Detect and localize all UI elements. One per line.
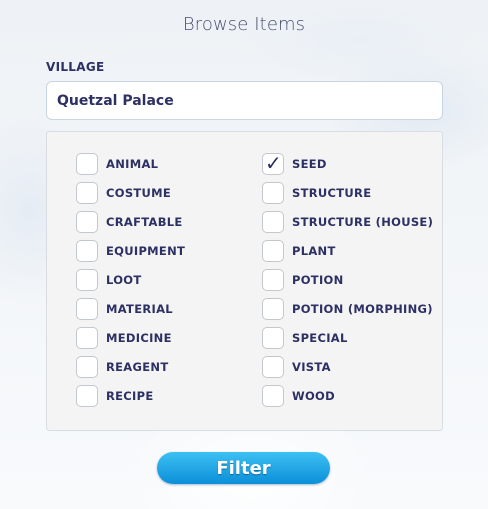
- checkbox[interactable]: [76, 210, 98, 233]
- category-potion-morphing[interactable]: POTION (MORPHING): [262, 294, 433, 323]
- category-label: ANIMAL: [106, 156, 159, 171]
- category-label: COSTUME: [106, 185, 172, 200]
- checkbox[interactable]: [262, 210, 284, 233]
- category-label: LOOT: [106, 272, 142, 287]
- filter-button[interactable]: Filter: [157, 452, 330, 484]
- checkbox[interactable]: [262, 268, 284, 291]
- category-material[interactable]: MATERIAL: [76, 294, 185, 323]
- category-craftable[interactable]: CRAFTABLE: [76, 207, 185, 236]
- category-label: MEDICINE: [106, 330, 172, 345]
- category-label: REAGENT: [106, 359, 169, 374]
- checkbox[interactable]: [76, 326, 98, 349]
- category-column-right: ✓ SEED STRUCTURE STRUCTURE (HOUSE) PLANT…: [262, 149, 433, 410]
- category-costume[interactable]: COSTUME: [76, 178, 185, 207]
- checkbox[interactable]: [76, 355, 98, 378]
- category-animal[interactable]: ANIMAL: [76, 149, 185, 178]
- page-title: Browse Items: [182, 14, 306, 35]
- category-label: STRUCTURE: [292, 185, 372, 200]
- category-label: POTION: [292, 272, 344, 287]
- checkbox[interactable]: [76, 152, 98, 175]
- checkbox[interactable]: [262, 326, 284, 349]
- checkbox[interactable]: [262, 384, 284, 407]
- category-label: SEED: [292, 156, 327, 171]
- category-label: SPECIAL: [292, 330, 348, 345]
- category-loot[interactable]: LOOT: [76, 265, 185, 294]
- category-label: CRAFTABLE: [106, 214, 183, 229]
- category-label: VISTA: [292, 359, 331, 374]
- category-label: STRUCTURE (HOUSE): [292, 214, 434, 229]
- category-label: MATERIAL: [106, 301, 173, 316]
- category-medicine[interactable]: MEDICINE: [76, 323, 185, 352]
- category-vista[interactable]: VISTA: [262, 352, 433, 381]
- checkbox[interactable]: [76, 268, 98, 291]
- category-potion[interactable]: POTION: [262, 265, 433, 294]
- category-label: EQUIPMENT: [106, 243, 186, 258]
- checkbox[interactable]: [262, 297, 284, 320]
- category-special[interactable]: SPECIAL: [262, 323, 433, 352]
- category-seed[interactable]: ✓ SEED: [262, 149, 433, 178]
- checkbox[interactable]: [76, 239, 98, 262]
- checkbox-checked[interactable]: ✓: [262, 150, 284, 175]
- checkbox[interactable]: [76, 181, 98, 204]
- category-equipment[interactable]: EQUIPMENT: [76, 236, 185, 265]
- category-recipe[interactable]: RECIPE: [76, 381, 185, 410]
- checkbox[interactable]: [76, 384, 98, 407]
- category-label: POTION (MORPHING): [292, 301, 433, 316]
- checkbox[interactable]: [262, 239, 284, 262]
- checkmark-icon: ✓: [265, 150, 282, 175]
- checkbox[interactable]: [262, 355, 284, 378]
- village-label: VILLAGE: [46, 60, 105, 74]
- category-label: PLANT: [292, 243, 336, 258]
- category-reagent[interactable]: REAGENT: [76, 352, 185, 381]
- checkbox[interactable]: [262, 181, 284, 204]
- category-structure-house[interactable]: STRUCTURE (HOUSE): [262, 207, 433, 236]
- village-input[interactable]: [46, 81, 443, 120]
- category-wood[interactable]: WOOD: [262, 381, 433, 410]
- category-structure[interactable]: STRUCTURE: [262, 178, 433, 207]
- category-column-left: ANIMAL COSTUME CRAFTABLE EQUIPMENT LOOT …: [76, 149, 185, 410]
- category-panel: ANIMAL COSTUME CRAFTABLE EQUIPMENT LOOT …: [46, 131, 443, 431]
- category-label: RECIPE: [106, 388, 154, 403]
- category-label: WOOD: [292, 388, 335, 403]
- category-plant[interactable]: PLANT: [262, 236, 433, 265]
- checkbox[interactable]: [76, 297, 98, 320]
